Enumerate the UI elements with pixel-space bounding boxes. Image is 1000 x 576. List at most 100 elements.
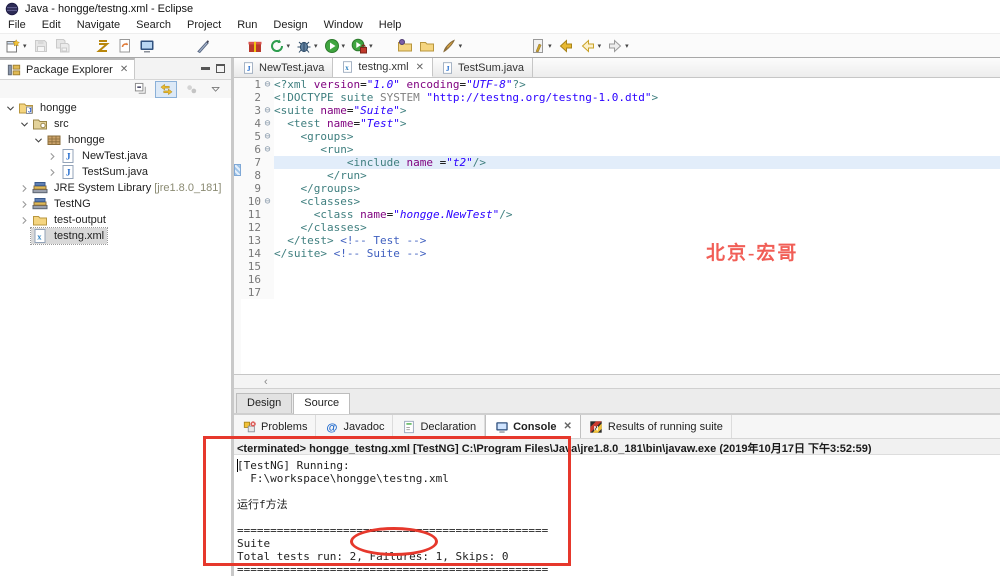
focus-on-task-button[interactable] <box>180 81 202 98</box>
dropdown-arrow-icon[interactable]: ▾ <box>598 42 602 50</box>
view-tab-results-of-running-suite[interactable]: N Results of running suite <box>581 415 732 438</box>
view-tab-javadoc[interactable]: @ Javadoc <box>316 415 394 438</box>
maximize-icon[interactable] <box>216 64 225 73</box>
code-line-9[interactable]: 9 </groups> <box>241 182 1000 195</box>
dropdown-arrow-icon[interactable]: ▾ <box>287 42 291 50</box>
code-line-13[interactable]: 13 </test> <!-- Test --> <box>241 234 1000 247</box>
fold-marker-icon[interactable]: ⊖ <box>261 143 274 156</box>
menu-file[interactable]: File <box>0 18 34 32</box>
xml-editor[interactable]: 1 ⊖ <?xml version="1.0" encoding="UTF-8"?>… <box>234 78 1000 374</box>
new-package-button[interactable] <box>244 35 266 56</box>
back-history-button[interactable]: ▾ <box>577 35 605 56</box>
view-tab-declaration[interactable]: Declaration <box>393 415 486 438</box>
editor-tab-newtest-java[interactable]: J NewTest.java <box>234 58 334 77</box>
dropdown-arrow-icon[interactable]: ▾ <box>342 42 346 50</box>
close-icon[interactable]: ✕ <box>416 62 424 73</box>
export-folder-button[interactable] <box>416 35 438 56</box>
fold-marker-icon[interactable]: ⊖ <box>261 78 274 91</box>
tab-package-explorer[interactable]: Package Explorer ✕ <box>0 58 136 79</box>
sync-file-button[interactable] <box>114 35 136 56</box>
code-line-2[interactable]: 2 <!DOCTYPE suite SYSTEM "http://testng.o… <box>241 91 1000 104</box>
tree-item-hongge[interactable]: hongge <box>0 132 231 148</box>
view-tab-console[interactable]: Console ✕ <box>485 415 581 438</box>
menu-edit[interactable]: Edit <box>34 18 69 32</box>
import-folder-button[interactable] <box>394 35 416 56</box>
code-line-5[interactable]: 5 ⊖ <groups> <box>241 130 1000 143</box>
page-tab-design[interactable]: Design <box>236 393 293 413</box>
menu-design[interactable]: Design <box>265 18 315 32</box>
code-line-6[interactable]: 6 ⊖ <run> <box>241 143 1000 156</box>
tree-item-src[interactable]: src <box>0 116 231 132</box>
debug-button[interactable]: ▾ <box>293 35 321 56</box>
collapsed-arrow-icon[interactable] <box>46 167 59 178</box>
tree-item-testng[interactable]: TestNG <box>0 196 231 212</box>
page-tab-source[interactable]: Source <box>293 393 351 414</box>
mark-occurrences-button[interactable] <box>192 35 214 56</box>
editor-tab-testng-xml[interactable]: x testng.xml ✕ <box>333 58 433 77</box>
save-all-button[interactable] <box>52 35 74 56</box>
collapsed-arrow-icon[interactable] <box>18 183 31 194</box>
link-with-editor-button[interactable] <box>155 80 177 98</box>
testng-xml-button[interactable] <box>92 35 114 56</box>
fold-marker-icon[interactable]: ⊖ <box>261 117 274 130</box>
remote-console-button[interactable] <box>136 35 158 56</box>
code-line-1[interactable]: 1 ⊖ <?xml version="1.0" encoding="UTF-8"?> <box>241 78 1000 91</box>
code-line-14[interactable]: 14 </suite> <!-- Suite --> <box>241 247 1000 260</box>
dropdown-arrow-icon[interactable]: ▾ <box>23 42 27 50</box>
scroll-left-icon[interactable]: ‹ <box>264 376 268 387</box>
menu-search[interactable]: Search <box>128 18 179 32</box>
tree-item-jre-system-library[interactable]: JRE System Library [jre1.8.0_181] <box>0 180 231 196</box>
collapsed-arrow-icon[interactable] <box>18 199 31 210</box>
refresh-button[interactable]: ▾ <box>266 35 294 56</box>
code-line-15[interactable]: 15 <box>241 260 1000 273</box>
view-menu-button[interactable] <box>205 81 227 98</box>
annotate-button[interactable]: ▾ <box>527 35 555 56</box>
collapsed-arrow-icon[interactable] <box>46 151 59 162</box>
tree-item-hongge[interactable]: Jhongge <box>0 100 231 116</box>
code-line-17[interactable]: 17 <box>241 286 1000 299</box>
annotation-ruler[interactable] <box>234 78 241 374</box>
expanded-arrow-icon[interactable] <box>32 135 45 146</box>
close-icon[interactable]: ✕ <box>564 421 572 432</box>
menu-run[interactable]: Run <box>229 18 265 32</box>
tree-item-test-output[interactable]: test-output <box>0 212 231 228</box>
minimize-icon[interactable] <box>201 67 210 70</box>
fold-marker-icon[interactable]: ⊖ <box>261 195 274 208</box>
code-line-12[interactable]: 12 </classes> <box>241 221 1000 234</box>
tree-item-testsum-java[interactable]: J TestSum.java <box>0 164 231 180</box>
dropdown-arrow-icon[interactable]: ▾ <box>625 42 629 50</box>
code-line-3[interactable]: 3 ⊖ <suite name="Suite"> <box>241 104 1000 117</box>
editor-horizontal-scrollbar[interactable]: ‹ <box>234 374 1000 388</box>
console-output[interactable]: [TestNG] Running: F:\workspace\hongge\te… <box>234 455 1000 576</box>
view-tab-problems[interactable]: Problems <box>234 415 317 438</box>
fold-marker-icon[interactable]: ⊖ <box>261 104 274 117</box>
fold-marker-icon[interactable]: ⊖ <box>261 130 274 143</box>
tree-item-testng-xml[interactable]: x testng.xml <box>0 227 231 245</box>
tree-item-newtest-java[interactable]: J NewTest.java <box>0 148 231 164</box>
dropdown-arrow-icon[interactable]: ▾ <box>548 42 552 50</box>
dropdown-arrow-icon[interactable]: ▾ <box>369 42 373 50</box>
menu-help[interactable]: Help <box>371 18 410 32</box>
dropdown-arrow-icon[interactable]: ▾ <box>459 42 463 50</box>
dropdown-arrow-icon[interactable]: ▾ <box>314 42 318 50</box>
format-brush-button[interactable]: ▾ <box>438 35 466 56</box>
run-locked-button[interactable]: ▾ <box>348 35 376 56</box>
menu-window[interactable]: Window <box>316 18 371 32</box>
expanded-arrow-icon[interactable] <box>18 119 31 130</box>
save-button[interactable] <box>30 35 52 56</box>
code-line-8[interactable]: 8 </run> <box>241 169 1000 182</box>
code-line-7[interactable]: 7 <include name ="t2"/> <box>241 156 1000 169</box>
collapse-all-button[interactable] <box>130 81 152 98</box>
code-line-10[interactable]: 10 ⊖ <classes> <box>241 195 1000 208</box>
forward-button[interactable]: ▾ <box>604 35 632 56</box>
run-button[interactable]: ▾ <box>321 35 349 56</box>
code-line-16[interactable]: 16 <box>241 273 1000 286</box>
menu-navigate[interactable]: Navigate <box>69 18 128 32</box>
new-wizard-button[interactable]: ▾ <box>2 35 30 56</box>
code-line-4[interactable]: 4 ⊖ <test name="Test"> <box>241 117 1000 130</box>
collapsed-arrow-icon[interactable] <box>18 215 31 226</box>
code-line-11[interactable]: 11 <class name="hongge.NewTest"/> <box>241 208 1000 221</box>
back-button[interactable] <box>555 35 577 56</box>
expanded-arrow-icon[interactable] <box>4 103 17 114</box>
editor-tab-testsum-java[interactable]: J TestSum.java <box>432 58 533 77</box>
